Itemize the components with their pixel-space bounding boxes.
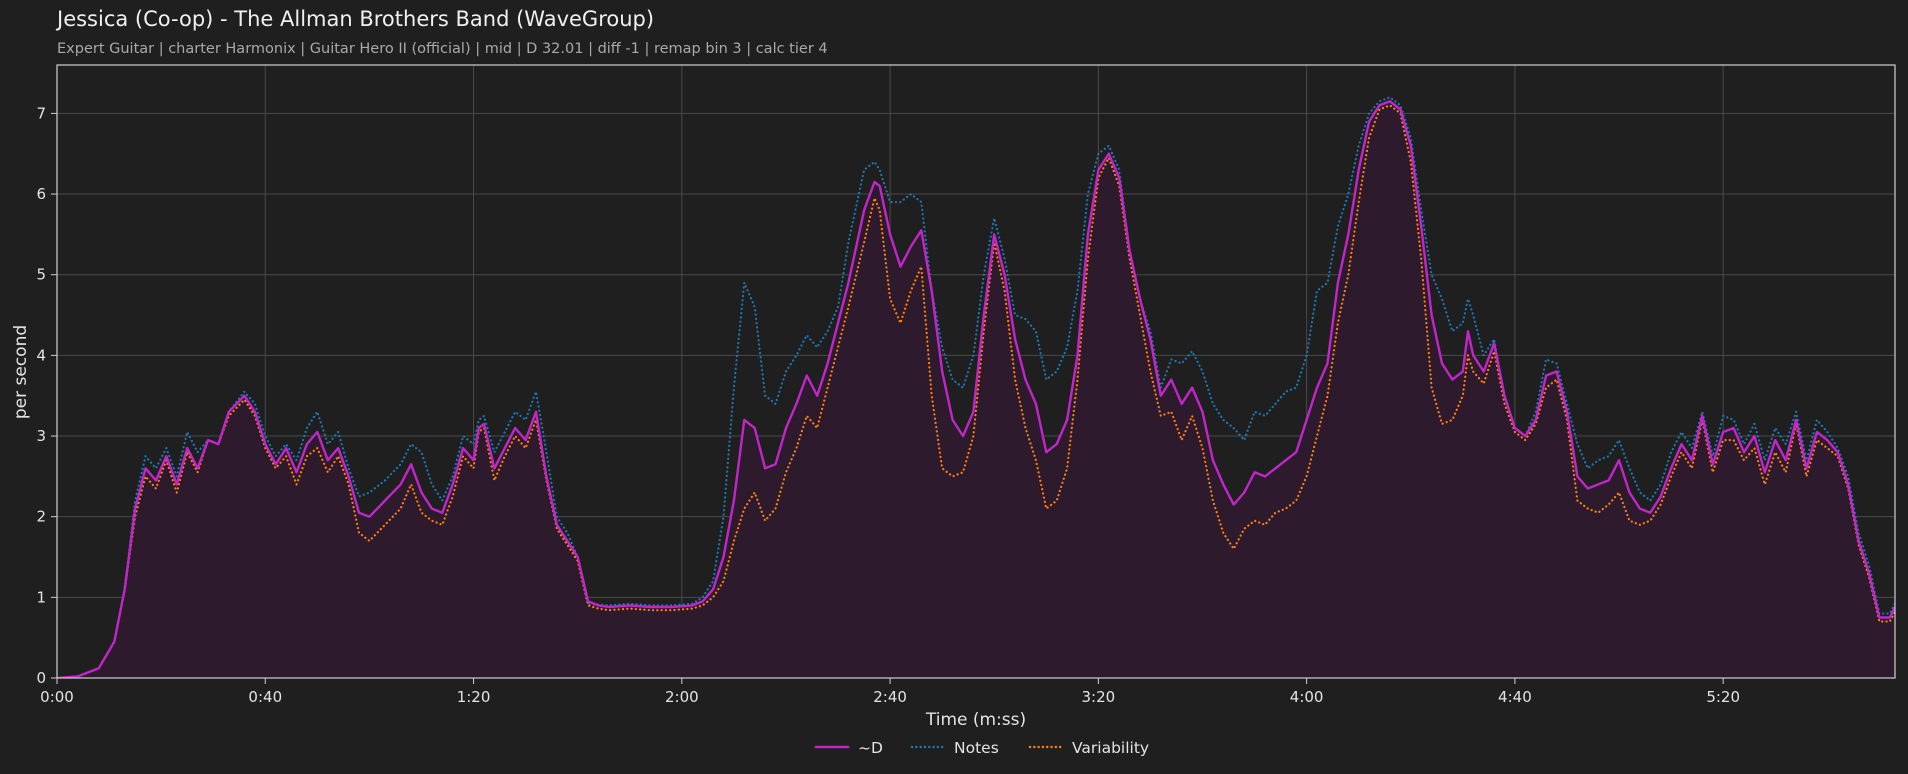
x-tick-label: 2:40 xyxy=(873,688,907,706)
y-tick-label: 0 xyxy=(36,669,46,687)
x-tick-label: 5:20 xyxy=(1706,688,1740,706)
y-axis-ticks: 0 1 2 3 4 5 6 7 xyxy=(36,104,57,687)
y-tick-label: 1 xyxy=(36,588,46,606)
y-tick-label: 6 xyxy=(36,185,46,203)
legend-label: Notes xyxy=(954,739,999,757)
legend-item: Variability xyxy=(1028,739,1149,757)
y-tick-label: 4 xyxy=(36,346,46,364)
legend-label: ~D xyxy=(858,739,883,757)
x-tick-label: 2:00 xyxy=(665,688,699,706)
x-tick-label: 4:40 xyxy=(1498,688,1532,706)
x-tick-label: 1:20 xyxy=(457,688,491,706)
x-tick-label: 3:20 xyxy=(1082,688,1116,706)
x-axis-label: Time (m:ss) xyxy=(925,710,1026,730)
x-tick-label: 0:00 xyxy=(40,688,74,706)
y-tick-label: 5 xyxy=(36,266,46,284)
x-axis-ticks: 0:00 0:40 1:20 2:00 2:40 3:20 4:00 4:40 5:20 xyxy=(40,678,1740,706)
x-tick-label: 4:00 xyxy=(1290,688,1324,706)
y-tick-label: 2 xyxy=(36,508,46,526)
y-tick-label: 3 xyxy=(36,427,46,445)
chart-canvas: 0:00 0:40 1:20 2:00 2:40 3:20 4:00 4:40 5:20 0 1 2… xyxy=(11,64,1896,757)
x-tick-label: 0:40 xyxy=(248,688,282,706)
y-tick-label: 7 xyxy=(36,104,46,122)
legend: ~D Notes Variability xyxy=(814,739,1149,757)
legend-item: ~D xyxy=(814,739,883,757)
y-axis-label: per second xyxy=(11,325,31,419)
legend-item: Notes xyxy=(910,739,999,757)
legend-label: Variability xyxy=(1072,739,1149,757)
